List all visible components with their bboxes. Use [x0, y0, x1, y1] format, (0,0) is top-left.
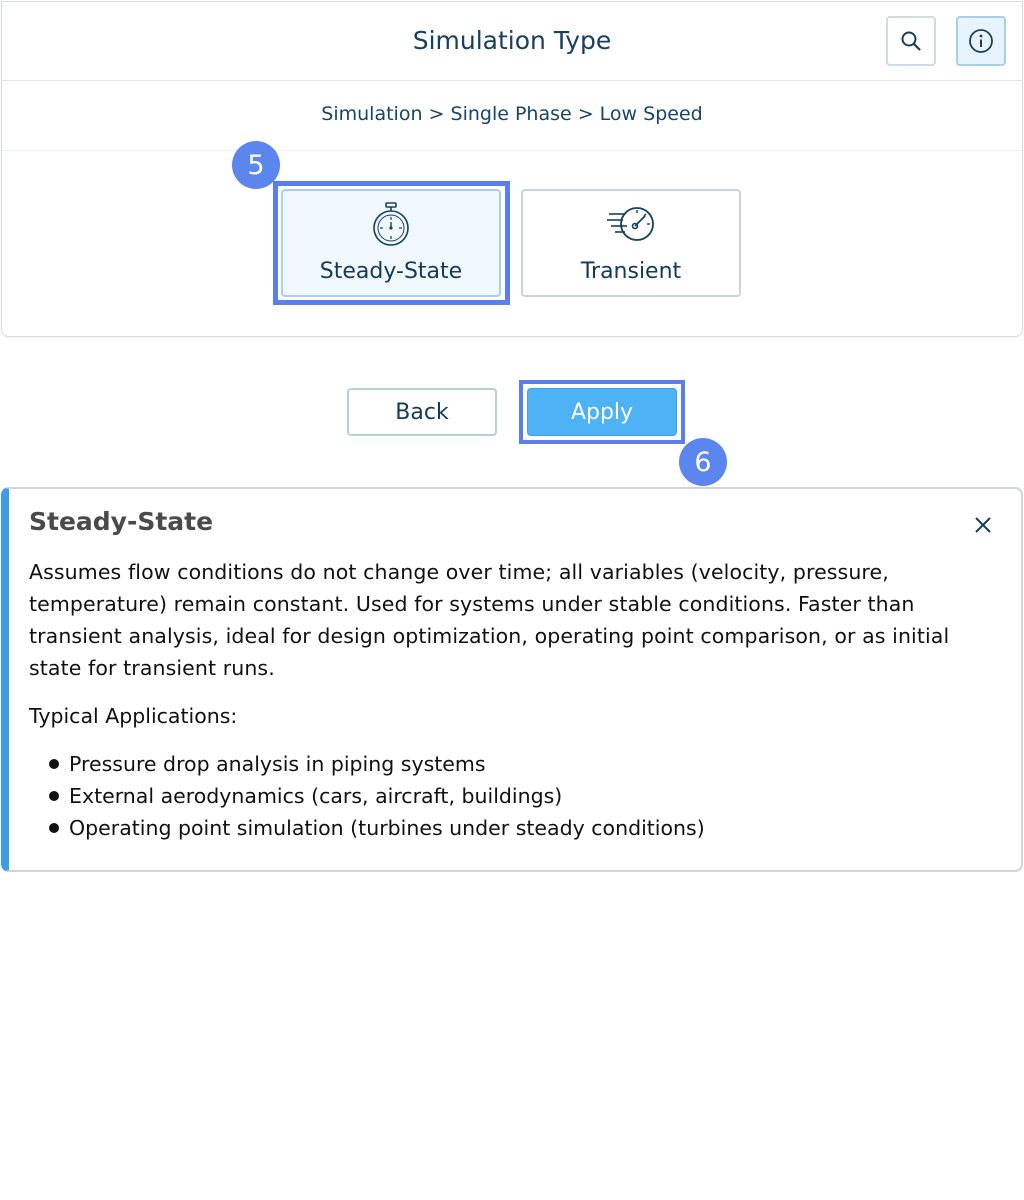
info-button[interactable] [956, 16, 1006, 66]
step-badge: 5 [232, 141, 280, 189]
info-title: Steady-State [29, 507, 214, 536]
speed-gauge-icon [607, 207, 654, 241]
back-button[interactable]: Back [347, 388, 497, 436]
apply-button[interactable]: Apply [527, 388, 677, 436]
page-title: Simulation Type [412, 26, 612, 55]
breadcrumb: Simulation > Single Phase > Low Speed [2, 81, 1022, 151]
info-panel: Steady-State Assumes flow conditions do … [1, 487, 1023, 872]
option-label: Transient [580, 259, 682, 284]
step-highlight [273, 181, 510, 305]
info-icon [969, 29, 993, 53]
close-button[interactable] [971, 513, 995, 537]
step-badge: 6 [679, 438, 727, 486]
list-item: Operating point simulation (turbines und… [49, 812, 1001, 844]
info-description: Assumes flow conditions do not change ov… [29, 560, 950, 680]
close-icon [975, 517, 991, 533]
simulation-type-panel: Simulation Type Simulation > Single Phas… [1, 1, 1023, 337]
applications-list: Pressure drop analysis in piping systems… [29, 748, 1001, 844]
applications-heading: Typical Applications: [29, 704, 238, 728]
panel-header: Simulation Type [2, 2, 1022, 81]
list-item: Pressure drop analysis in piping systems [49, 748, 1001, 780]
search-button[interactable] [886, 16, 936, 66]
option-transient[interactable]: Transient [521, 189, 741, 297]
search-icon [901, 31, 921, 51]
list-item: External aerodynamics (cars, aircraft, b… [49, 780, 1001, 812]
